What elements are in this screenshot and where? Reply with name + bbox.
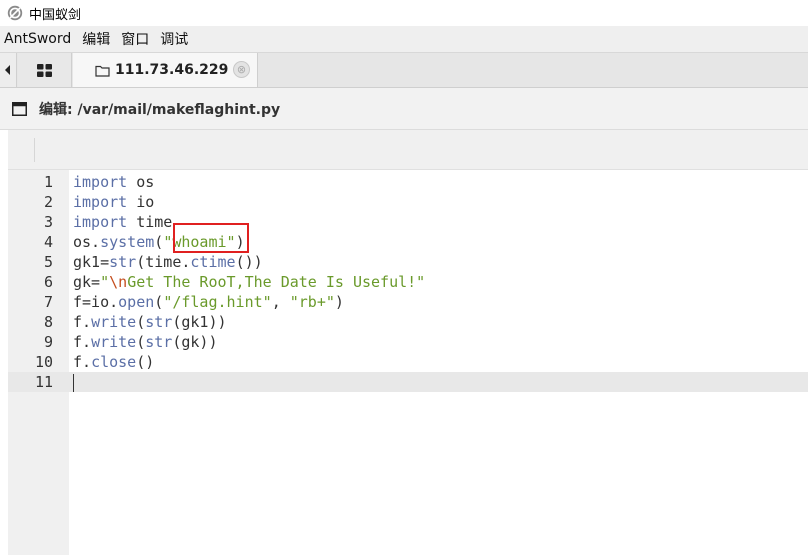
antsword-logo-icon (7, 5, 23, 21)
code-line[interactable]: 2 import io (8, 192, 808, 212)
line-code[interactable]: import time (73, 212, 172, 232)
panel-title: 编辑: /var/mail/makeflaghint.py (39, 101, 281, 118)
line-number: 3 (43, 213, 53, 231)
code-token: open (118, 293, 155, 311)
code-token: io (127, 193, 155, 211)
close-icon[interactable]: ⊗ (233, 61, 250, 78)
line-number: 4 (43, 233, 53, 251)
tab-shell-label: 111.73.46.229 (115, 62, 229, 78)
grid-icon (37, 63, 52, 77)
code-token: "/flag.hint" (163, 293, 272, 311)
line-number: 7 (43, 293, 53, 311)
code-token: os (127, 173, 155, 191)
code-token: (gk1)) (172, 313, 227, 331)
code-token: , (271, 293, 290, 311)
menu-debug[interactable]: 调试 (156, 29, 195, 49)
code-token: close (91, 353, 137, 371)
code-token: f. (73, 313, 92, 331)
line-number: 6 (43, 273, 53, 291)
menu-bar: AntSword 编辑 窗口 调试 (0, 26, 808, 53)
code-token: ( (154, 293, 164, 311)
code-line[interactable]: 1 import os (8, 172, 808, 192)
editor-toolbar (8, 130, 808, 170)
folder-icon (95, 65, 110, 77)
window-title: 中国蚁剑 (29, 7, 82, 23)
code-token: gk1= (73, 253, 110, 271)
code-line[interactable]: 7 f=io.open("/flag.hint", "rb+") (8, 292, 808, 312)
code-token: \n (109, 273, 128, 291)
toolbar-divider (34, 138, 35, 162)
code-token: str (145, 313, 173, 331)
code-line[interactable]: 8 f.write(str(gk1)) (8, 312, 808, 332)
code-token: import (73, 193, 128, 211)
menu-edit[interactable]: 编辑 (78, 29, 117, 49)
code-token: import (73, 173, 128, 191)
code-token: ( (154, 233, 164, 251)
code-line[interactable]: 5 gk1=str(time.ctime()) (8, 252, 808, 272)
code-line[interactable]: 6 gk="\nGet The RooT,The Date Is Useful!" (8, 272, 808, 292)
code-token: os. (73, 233, 101, 251)
tab-shell[interactable]: 111.73.46.229 ⊗ (73, 53, 258, 87)
code-token: gk= (73, 273, 101, 291)
line-code[interactable]: gk="\nGet The RooT,The Date Is Useful!" (73, 272, 425, 292)
line-number: 8 (43, 313, 53, 331)
code-token: write (91, 333, 137, 351)
line-code[interactable]: gk1=str(time.ctime()) (73, 252, 263, 272)
menu-window[interactable]: 窗口 (117, 29, 156, 49)
line-number: 1 (43, 173, 53, 191)
tab-scroll-left-button[interactable] (0, 53, 17, 87)
line-code[interactable]: f.close() (73, 352, 154, 372)
code-token: ) (334, 293, 344, 311)
line-code[interactable]: f=io.open("/flag.hint", "rb+") (73, 292, 344, 312)
code-token: ( (136, 313, 146, 331)
line-code[interactable] (73, 372, 74, 392)
code-token: ( (136, 333, 146, 351)
code-line[interactable]: 4 os.system("whoami") (8, 232, 808, 252)
code-token: write (91, 313, 137, 331)
line-number: 9 (43, 333, 53, 351)
code-token: f. (73, 353, 92, 371)
code-token: system (100, 233, 155, 251)
line-number: 10 (34, 353, 53, 371)
line-number: 11 (34, 373, 53, 391)
code-line[interactable]: 3 import time (8, 212, 808, 232)
code-token: time (127, 213, 173, 231)
window-icon (12, 101, 27, 116)
code-token: f. (73, 333, 92, 351)
code-token: (gk)) (172, 333, 218, 351)
line-code[interactable]: f.write(str(gk1)) (73, 312, 227, 332)
code-editor[interactable]: 1 import os 2 import io 3 import time 4 os.syst… (8, 170, 808, 555)
tab-bar: 111.73.46.229 ⊗ (0, 53, 808, 88)
menu-antsword[interactable]: AntSword (0, 31, 78, 47)
code-token: (time. (136, 253, 191, 271)
tab-home[interactable] (18, 53, 72, 87)
code-token: " (100, 273, 110, 291)
code-token: "rb+" (289, 293, 335, 311)
line-number: 2 (43, 193, 53, 211)
line-code[interactable]: import os (73, 172, 154, 192)
code-line[interactable]: 10 f.close() (8, 352, 808, 372)
line-code[interactable]: import io (73, 192, 154, 212)
caret-left-icon (5, 65, 10, 75)
code-line[interactable]: 11 (8, 372, 808, 392)
code-token: str (109, 253, 137, 271)
line-number: 5 (43, 253, 53, 271)
text-cursor (73, 373, 74, 392)
code-token: import (73, 213, 128, 231)
code-token: () (136, 353, 155, 371)
code-token: ctime (190, 253, 236, 271)
annotation-highlight-box (173, 223, 249, 253)
line-code[interactable]: f.write(str(gk)) (73, 332, 218, 352)
title-bar: 中国蚁剑 (0, 0, 808, 26)
code-token: f=io. (73, 293, 119, 311)
code-token: str (145, 333, 173, 351)
code-token: Get The RooT,The Date Is Useful!" (127, 273, 426, 291)
code-line[interactable]: 9 f.write(str(gk)) (8, 332, 808, 352)
code-token: ()) (235, 253, 263, 271)
panel-header: 编辑: /var/mail/makeflaghint.py (0, 88, 808, 130)
